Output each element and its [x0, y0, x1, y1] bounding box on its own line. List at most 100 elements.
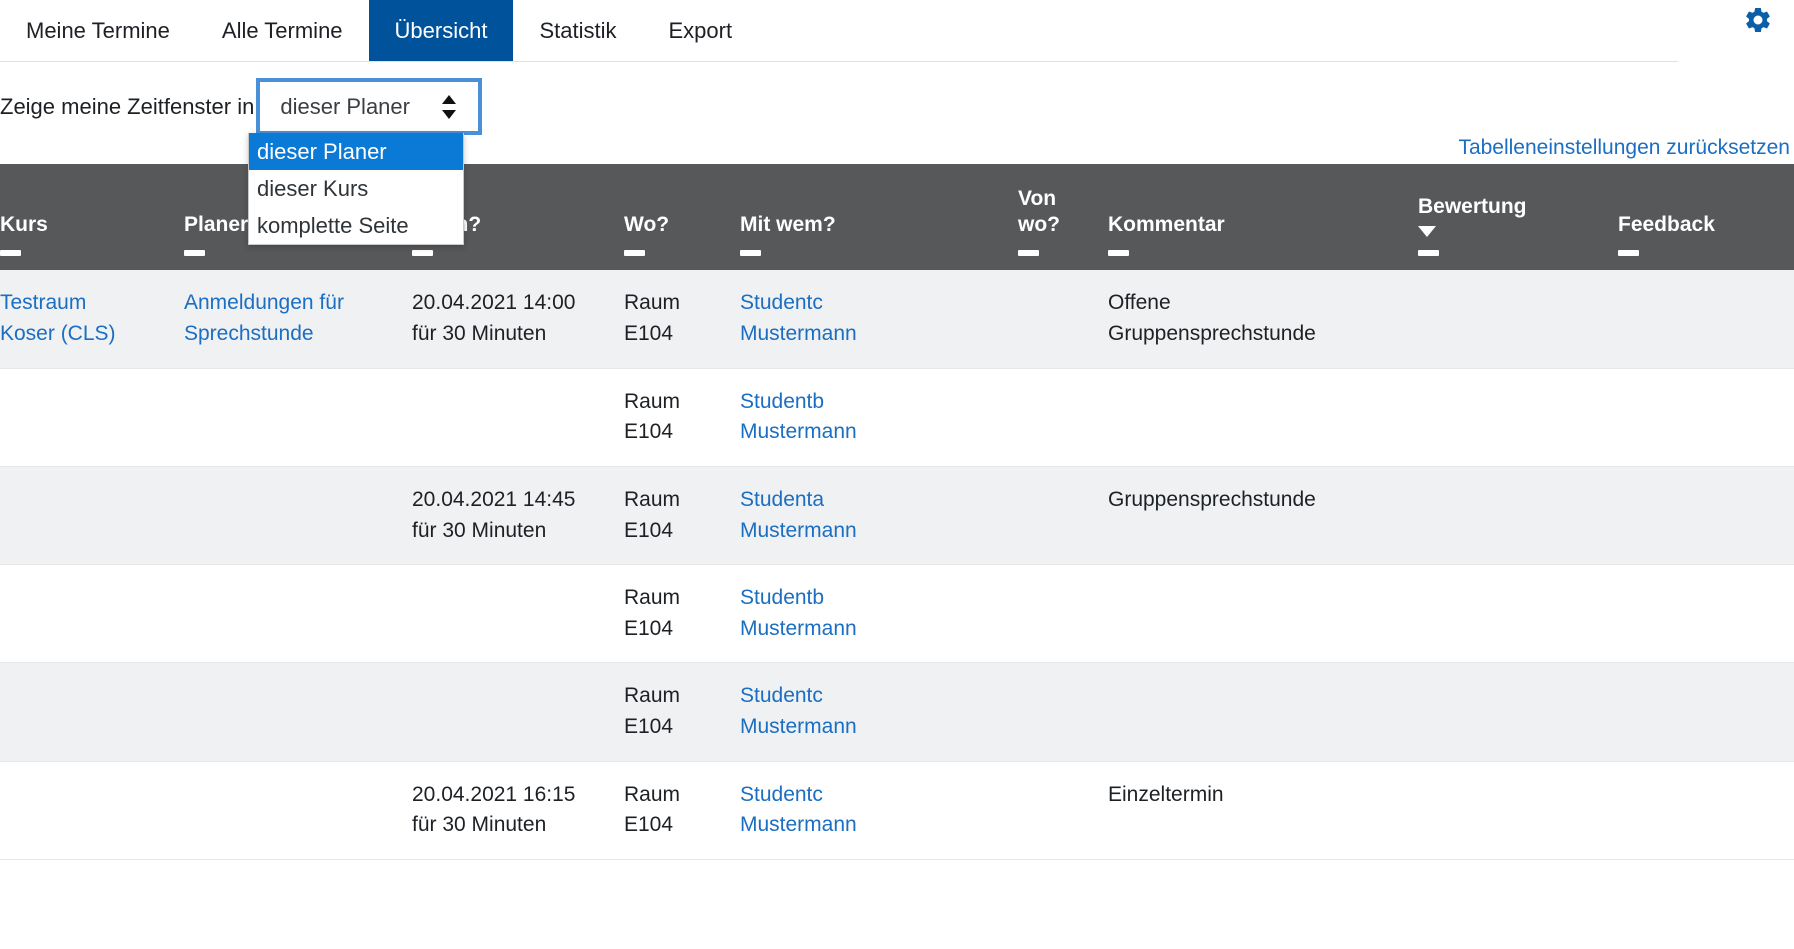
table-row: Testraum Koser (CLS) Anmeldungen für Spr… [0, 270, 1794, 368]
cell-wo: Raum E104 [624, 565, 740, 663]
column-header-von-wo[interactable]: Von wo? [1018, 164, 1108, 270]
cell-kommentar: Gruppensprechstunde [1108, 466, 1418, 564]
cell-von-wo [1018, 565, 1108, 663]
tab-meine-termine[interactable]: Meine Termine [0, 0, 196, 61]
cell-bewertung [1418, 466, 1618, 564]
hide-column-kommentar-icon[interactable] [1108, 250, 1129, 256]
student-link[interactable]: Studentc [740, 288, 1008, 319]
student-link-line2[interactable]: Mustermann [740, 614, 1008, 645]
student-link[interactable]: Studentc [740, 681, 1008, 712]
cell-wo: Raum E104 [624, 466, 740, 564]
cell-planer [184, 565, 412, 663]
cell-planer: Anmeldungen für Sprechstunde [184, 270, 412, 368]
table-row: Raum E104 Studentc Mustermann [0, 663, 1794, 761]
cell-kommentar [1108, 663, 1418, 761]
wo-line1: Raum [624, 288, 730, 319]
student-link-line2[interactable]: Mustermann [740, 516, 1008, 547]
timeslot-scope-options-list[interactable]: dieser Planer dieser Kurs komplette Seit… [248, 133, 464, 245]
cell-kurs [0, 663, 184, 761]
table-row: 20.04.2021 16:15 für 30 Minuten Raum E10… [0, 761, 1794, 859]
cell-planer [184, 761, 412, 859]
column-label-wo: Wo? [624, 212, 730, 238]
wann-datetime: 20.04.2021 16:15 [412, 780, 614, 811]
kurs-link[interactable]: Testraum [0, 288, 174, 319]
hide-column-mit-wem-icon[interactable] [740, 250, 761, 256]
cell-mit-wem: Studentc Mustermann [740, 270, 1018, 368]
cell-wo: Raum E104 [624, 663, 740, 761]
wann-duration: für 30 Minuten [412, 319, 614, 350]
cell-von-wo [1018, 761, 1108, 859]
kommentar-line1: Offene [1108, 288, 1408, 319]
cell-wann: 20.04.2021 14:45 für 30 Minuten [412, 466, 624, 564]
cell-mit-wem: Studentc Mustermann [740, 761, 1018, 859]
cell-kurs [0, 466, 184, 564]
wo-line2: E104 [624, 417, 730, 448]
kurs-link-line2[interactable]: Koser (CLS) [0, 319, 174, 350]
student-link-line2[interactable]: Mustermann [740, 712, 1008, 743]
column-label-mit-wem: Mit wem? [740, 212, 1008, 238]
tab-uebersicht[interactable]: Übersicht [369, 0, 514, 61]
cell-wann [412, 368, 624, 466]
planer-link-line2[interactable]: Sprechstunde [184, 319, 402, 350]
cell-kurs [0, 368, 184, 466]
column-header-kommentar[interactable]: Kommentar [1108, 164, 1418, 270]
option-dieser-kurs[interactable]: dieser Kurs [249, 170, 463, 207]
cell-von-wo [1018, 663, 1108, 761]
cell-feedback [1618, 270, 1794, 368]
column-header-feedback[interactable]: Feedback [1618, 164, 1794, 270]
cell-wann [412, 663, 624, 761]
hide-column-von-wo-icon[interactable] [1018, 250, 1039, 256]
hide-column-bewertung-icon[interactable] [1418, 250, 1439, 256]
student-link-line2[interactable]: Mustermann [740, 319, 1008, 350]
cell-kurs: Testraum Koser (CLS) [0, 270, 184, 368]
option-dieser-planer[interactable]: dieser Planer [249, 133, 463, 170]
cell-wann [412, 565, 624, 663]
hide-column-wo-icon[interactable] [624, 250, 645, 256]
cell-bewertung [1418, 270, 1618, 368]
column-label-kommentar: Kommentar [1108, 212, 1408, 238]
cell-feedback [1618, 663, 1794, 761]
tab-alle-termine[interactable]: Alle Termine [196, 0, 369, 61]
cell-von-wo [1018, 270, 1108, 368]
student-link[interactable]: Studenta [740, 485, 1008, 516]
option-komplette-seite[interactable]: komplette Seite [249, 207, 463, 244]
hide-column-feedback-icon[interactable] [1618, 250, 1639, 256]
settings-gear-button[interactable] [1738, 0, 1778, 40]
student-link-line2[interactable]: Mustermann [740, 417, 1008, 448]
main-tabbar: Meine Termine Alle Termine Übersicht Sta… [0, 0, 1678, 62]
column-header-mit-wem[interactable]: Mit wem? [740, 164, 1018, 270]
student-link[interactable]: Studentb [740, 387, 1008, 418]
student-link[interactable]: Studentb [740, 583, 1008, 614]
column-label-kurs: Kurs [0, 212, 174, 238]
table-row: Raum E104 Studentb Mustermann [0, 368, 1794, 466]
hide-column-kurs-icon[interactable] [0, 250, 21, 256]
hide-column-wann-icon[interactable] [412, 250, 433, 256]
sort-descending-icon[interactable] [1418, 226, 1436, 237]
column-header-kurs[interactable]: Kurs [0, 164, 184, 270]
cell-mit-wem: Studentb Mustermann [740, 565, 1018, 663]
cell-bewertung [1418, 565, 1618, 663]
cell-kurs [0, 761, 184, 859]
planer-link[interactable]: Anmeldungen für [184, 288, 402, 319]
student-link[interactable]: Studentc [740, 780, 1008, 811]
select-updown-arrows-icon [442, 95, 456, 119]
column-header-wo[interactable]: Wo? [624, 164, 740, 270]
tab-export[interactable]: Export [643, 0, 759, 61]
cell-mit-wem: Studenta Mustermann [740, 466, 1018, 564]
reset-table-settings-link[interactable]: Tabelleneinstellungen zurücksetzen [1458, 136, 1790, 160]
hide-column-planer-icon[interactable] [184, 250, 205, 256]
wann-duration: für 30 Minuten [412, 516, 614, 547]
cell-kurs [0, 565, 184, 663]
cell-mit-wem: Studentc Mustermann [740, 663, 1018, 761]
student-link-line2[interactable]: Mustermann [740, 810, 1008, 841]
cell-kommentar [1108, 565, 1418, 663]
cell-bewertung [1418, 663, 1618, 761]
timeslot-scope-select-value: dieser Planer [280, 94, 410, 120]
tab-statistik[interactable]: Statistik [513, 0, 642, 61]
cell-feedback [1618, 368, 1794, 466]
column-header-bewertung[interactable]: Bewertung [1418, 164, 1618, 270]
wo-line2: E104 [624, 319, 730, 350]
timeslot-scope-select[interactable]: dieser Planer [256, 78, 482, 135]
cell-wo: Raum E104 [624, 761, 740, 859]
cell-von-wo [1018, 368, 1108, 466]
